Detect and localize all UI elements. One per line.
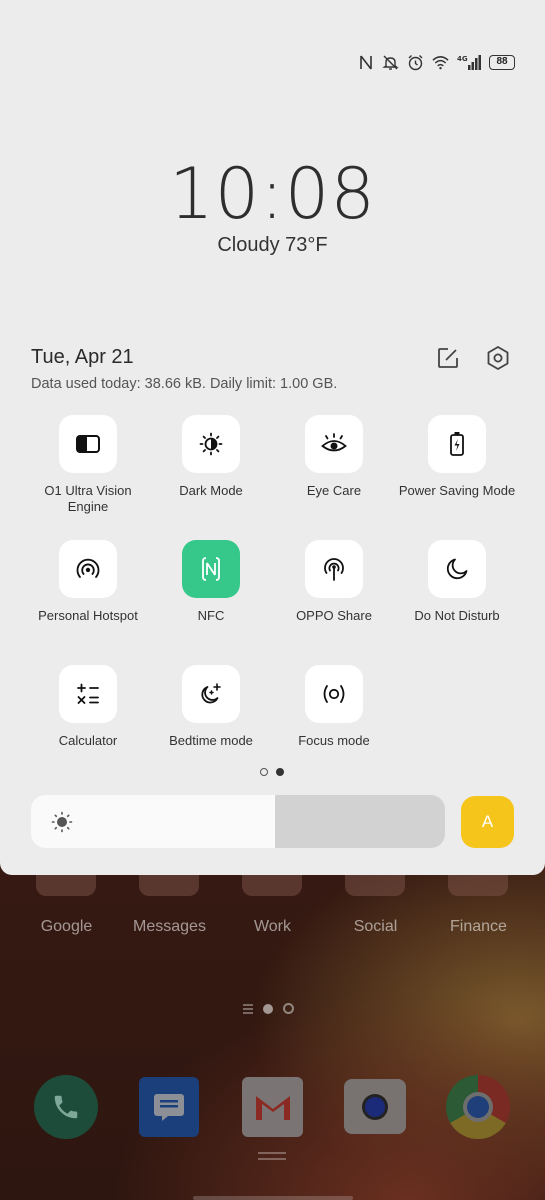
tile-button[interactable] bbox=[59, 540, 117, 598]
tile-label: Calculator bbox=[58, 733, 118, 748]
edit-icon[interactable] bbox=[436, 346, 460, 370]
eye-icon bbox=[321, 433, 347, 452]
focus-icon bbox=[323, 685, 345, 703]
tile-do-not-disturb[interactable]: Do Not Disturb bbox=[397, 540, 517, 624]
hotspot-icon bbox=[76, 558, 100, 578]
battery-indicator: 88 bbox=[489, 54, 515, 70]
settings-icon[interactable] bbox=[485, 345, 511, 371]
bedtime-icon bbox=[201, 683, 221, 704]
tile-button[interactable] bbox=[182, 665, 240, 723]
brightness-slider[interactable] bbox=[31, 795, 445, 848]
clock: 10:08 bbox=[169, 153, 376, 235]
tile-label: NFC bbox=[197, 608, 225, 623]
dock bbox=[0, 1075, 545, 1145]
tile-label: Do Not Disturb bbox=[414, 608, 500, 623]
tile-focus-mode[interactable]: Focus mode bbox=[274, 665, 394, 749]
messages-icon[interactable] bbox=[139, 1077, 199, 1137]
weather[interactable]: Cloudy 73°F bbox=[0, 234, 545, 257]
nfc-icon bbox=[202, 557, 220, 581]
share-icon bbox=[324, 558, 344, 581]
tile-button[interactable] bbox=[305, 540, 363, 598]
tile-label: Focus mode bbox=[298, 733, 370, 748]
folder-label: Work bbox=[253, 918, 292, 935]
wifi-icon bbox=[432, 54, 449, 71]
data-usage[interactable]: Data used today: 38.66 kB. Daily limit: … bbox=[31, 376, 337, 392]
folder-label: Social bbox=[353, 918, 398, 935]
drawer-lines-icon bbox=[243, 1003, 253, 1014]
tile-label: O1 Ultra Vision Engine bbox=[44, 483, 132, 514]
tile-button[interactable] bbox=[428, 415, 486, 473]
page-dot[interactable] bbox=[260, 768, 268, 776]
gesture-bar[interactable] bbox=[193, 1196, 353, 1200]
tile-button[interactable] bbox=[59, 415, 117, 473]
folder-label: Google bbox=[40, 918, 93, 935]
dark-mode-icon bbox=[199, 432, 223, 456]
calculator-icon bbox=[77, 683, 99, 704]
tile-label: Eye Care bbox=[306, 483, 362, 498]
tile-button[interactable] bbox=[59, 665, 117, 723]
tile-button[interactable] bbox=[182, 540, 240, 598]
tile-button[interactable] bbox=[305, 415, 363, 473]
folder-labels: Google Messages Work Social Finance bbox=[0, 918, 545, 936]
alarm-icon bbox=[407, 54, 424, 71]
tile-calculator[interactable]: Calculator bbox=[28, 665, 148, 749]
nfc-icon bbox=[357, 54, 374, 71]
nav-handle[interactable] bbox=[258, 1152, 286, 1160]
4g-signal-icon: 4G bbox=[457, 54, 481, 71]
tile-label: Personal Hotspot bbox=[38, 608, 138, 623]
phone-icon[interactable] bbox=[34, 1075, 98, 1139]
tile-button[interactable] bbox=[182, 415, 240, 473]
quick-settings-panel: 4G 88 10:08 Cloudy 73°F Tue, Apr 21 Data… bbox=[0, 0, 545, 875]
sun-icon bbox=[51, 811, 73, 833]
tile-vision-engine[interactable]: O1 Ultra Vision Engine bbox=[28, 415, 148, 515]
status-bar: 4G 88 bbox=[357, 52, 515, 72]
page-indicator[interactable] bbox=[260, 768, 284, 776]
vision-engine-icon bbox=[76, 435, 100, 453]
auto-brightness-button[interactable]: A bbox=[461, 796, 514, 848]
tile-label: Bedtime mode bbox=[169, 733, 253, 748]
tile-oppo-share[interactable]: OPPO Share bbox=[274, 540, 394, 624]
tile-personal-hotspot[interactable]: Personal Hotspot bbox=[28, 540, 148, 624]
battery-saver-icon bbox=[450, 432, 464, 456]
home-page-indicator bbox=[243, 1003, 294, 1014]
tile-nfc[interactable]: NFC bbox=[151, 540, 271, 624]
gmail-icon[interactable] bbox=[242, 1077, 303, 1137]
home-page-dot-active bbox=[263, 1003, 273, 1014]
page-dot-active[interactable] bbox=[276, 768, 284, 776]
tile-dark-mode[interactable]: Dark Mode bbox=[151, 415, 271, 499]
camera-icon[interactable] bbox=[344, 1079, 406, 1134]
tile-label: OPPO Share bbox=[296, 608, 372, 623]
chrome-icon[interactable] bbox=[446, 1075, 510, 1139]
date: Tue, Apr 21 bbox=[31, 346, 134, 368]
tile-bedtime-mode[interactable]: Bedtime mode bbox=[151, 665, 271, 749]
tile-button[interactable] bbox=[305, 665, 363, 723]
tile-eye-care[interactable]: Eye Care bbox=[274, 415, 394, 499]
folder-label: Messages bbox=[133, 918, 206, 935]
silent-icon bbox=[382, 54, 399, 71]
folder-label: Finance bbox=[450, 918, 507, 935]
home-page-dot bbox=[283, 1003, 294, 1014]
tile-label: Dark Mode bbox=[179, 483, 243, 498]
tile-label: Power Saving Mode bbox=[398, 483, 516, 498]
tile-button[interactable] bbox=[428, 540, 486, 598]
moon-icon bbox=[446, 558, 468, 580]
network-label: 4G bbox=[457, 55, 468, 63]
tile-power-saving[interactable]: Power Saving Mode bbox=[397, 415, 517, 499]
